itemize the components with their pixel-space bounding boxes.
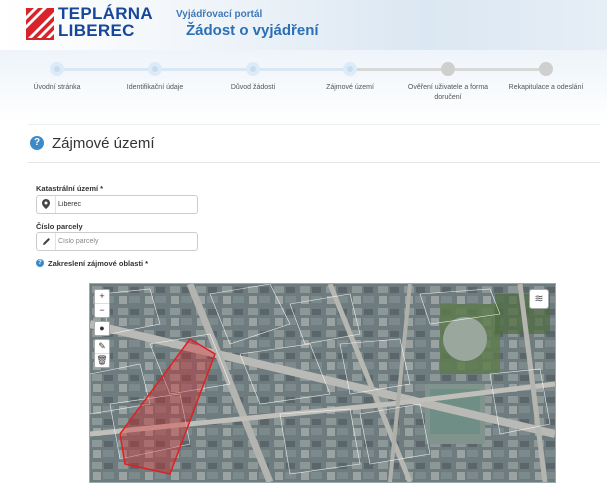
question-circle-icon[interactable]: ? xyxy=(30,136,44,150)
cadastral-label: Katastrální území * xyxy=(36,184,104,193)
area-label: Zakreslení zájmové oblasti * xyxy=(48,259,149,268)
step-dot-6 xyxy=(539,62,553,76)
step-dot-1[interactable] xyxy=(50,62,64,76)
area-help-icon[interactable]: ? xyxy=(36,259,44,267)
edit-tool-icon[interactable]: ✎ xyxy=(95,340,109,354)
cadastral-input[interactable] xyxy=(58,198,188,210)
zoom-controls: + − xyxy=(94,289,110,318)
map-imagery xyxy=(90,284,555,482)
cadastral-field[interactable] xyxy=(36,195,198,214)
step-dot-2[interactable] xyxy=(148,62,162,76)
pencil-icon xyxy=(37,233,56,250)
logo-line-1: TEPLÁRNA xyxy=(58,4,153,23)
progress-track-done xyxy=(57,68,350,71)
step-dot-3[interactable] xyxy=(246,62,260,76)
zoom-out-button[interactable]: − xyxy=(95,304,109,317)
logo-line-2: LIBEREC xyxy=(58,21,135,40)
teplarna-logo-icon xyxy=(26,8,54,40)
step-dot-5 xyxy=(441,62,455,76)
step-label-2[interactable]: Identifikační údaje xyxy=(105,83,205,93)
parcel-input[interactable] xyxy=(58,235,188,247)
edit-tools: ✎ 🗑 xyxy=(94,339,110,368)
logo-text: TEPLÁRNA LIBEREC xyxy=(58,5,153,39)
step-label-5: Ověření uživatele a forma doručení xyxy=(407,84,489,101)
map-view[interactable]: + − ● ✎ 🗑 ≋ xyxy=(89,283,556,483)
draw-tools: ● xyxy=(94,321,110,336)
map-marker-icon xyxy=(37,196,56,213)
portal-label: Vyjádřovací portál xyxy=(176,9,263,20)
parcel-label: Číslo parcely xyxy=(36,222,83,231)
divider xyxy=(28,124,600,125)
page-title: Žádost o vyjádření xyxy=(186,22,319,39)
section-title: Zájmové území xyxy=(52,135,155,152)
point-tool-icon[interactable]: ● xyxy=(95,322,109,335)
step-label-3[interactable]: Důvod žádosti xyxy=(203,83,303,93)
parcel-field[interactable] xyxy=(36,232,198,251)
section-divider xyxy=(28,162,600,163)
zoom-in-button[interactable]: + xyxy=(95,290,109,304)
header: TEPLÁRNA LIBEREC Vyjádřovací portál Žádo… xyxy=(0,0,607,50)
step-dot-4[interactable] xyxy=(343,62,357,76)
step-label-1[interactable]: Úvodní stránka xyxy=(7,83,107,93)
delete-tool-icon[interactable]: 🗑 xyxy=(95,354,109,367)
step-label-6: Rekapitulace a odeslání xyxy=(508,84,584,91)
layers-icon[interactable]: ≋ xyxy=(529,289,549,309)
step-label-4[interactable]: Zájmové území xyxy=(300,83,400,93)
